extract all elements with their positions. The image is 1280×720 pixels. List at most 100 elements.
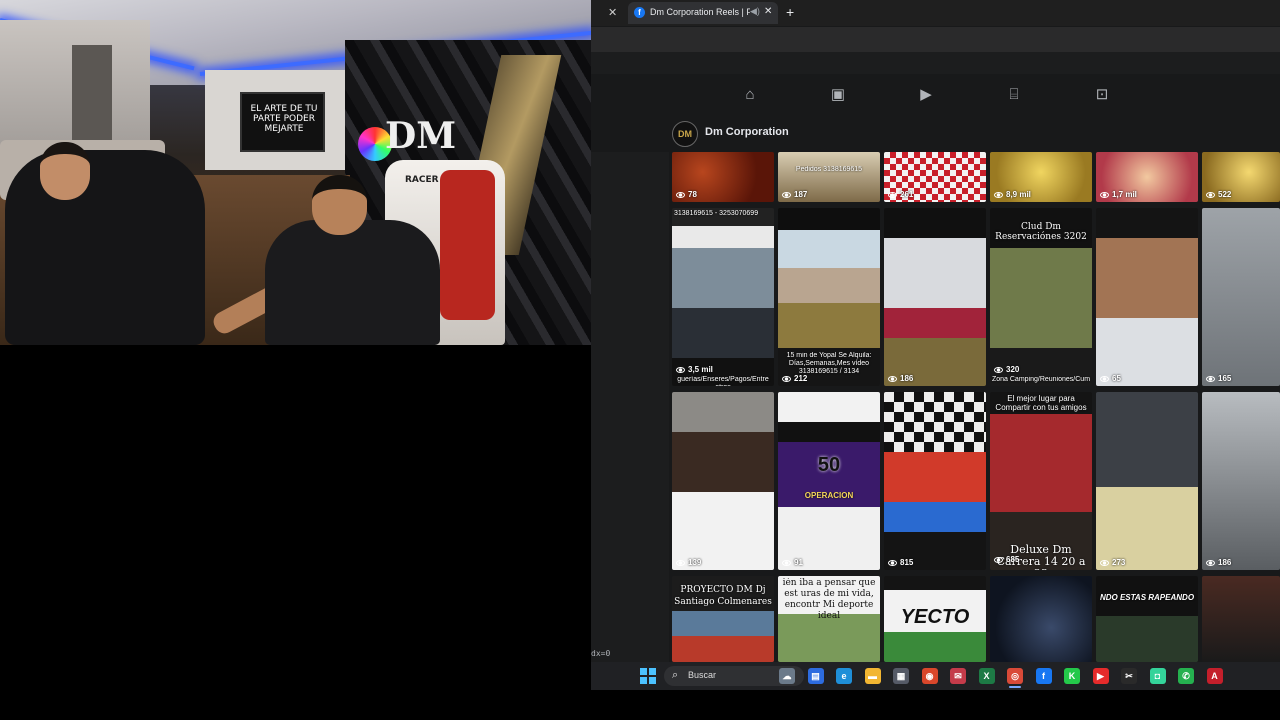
webcam-feed: EL ARTE DE TU PARTE PODER MEJARTE DM RAC… [0,0,591,345]
left-column [591,152,669,662]
view-count: 273 [1100,558,1125,567]
reel-thumbnail[interactable]: 815 [884,392,986,570]
reel-thumbnail[interactable]: 3138169615 - 3253070699 guerías/Enseres/… [672,208,774,386]
reel-thumbnail[interactable]: 273 [1096,392,1198,570]
gaming-chair-red-panel [440,170,495,320]
browser-window: ✕ f Dm Corporation Reels | Fac ◀) ✕ + ⌂ … [591,0,1280,690]
reel-thumbnail[interactable]: 522 [1202,152,1280,202]
eye-icon [1100,375,1109,382]
reel-caption: guerías/Enseres/Pagos/Entre otros [677,376,769,386]
reel-thumbnail[interactable]: 261 [884,152,986,202]
screen: EL ARTE DE TU PARTE PODER MEJARTE DM RAC… [0,0,1280,720]
reel-thumbnail[interactable]: Pedidos 3138169615 187 [778,152,880,202]
reel-thumbnail[interactable]: 1,7 mil [1096,152,1198,202]
tab-dm-corporation-reels[interactable]: f Dm Corporation Reels | Fac ◀) ✕ [628,2,778,24]
page-name[interactable]: Dm Corporation [705,126,789,138]
store-icon[interactable]: ▦ [893,668,909,684]
facebook-favicon-icon: f [634,7,645,18]
reel-thumbnail[interactable]: 165 [1202,208,1280,386]
address-bar[interactable] [591,27,1280,52]
reel-caption: OPERACIÓN [804,492,854,500]
reels-icon[interactable]: ▶ [917,86,935,104]
excel-icon[interactable]: X [978,668,995,684]
view-count: 320 [994,365,1019,374]
reel-thumbnail[interactable]: YECTO [884,576,986,662]
reel-thumbnail[interactable]: El mejor lugar para Compartir con tus am… [990,392,1092,570]
reel-thumbnail[interactable]: 78 [672,152,774,202]
audio-playing-icon[interactable]: ◀) [750,6,760,17]
kick-icon[interactable]: K [1064,668,1080,684]
reel-thumbnail[interactable] [990,576,1092,662]
eye-icon [782,375,791,382]
acrobat-icon[interactable]: A [1206,668,1223,684]
reel-thumbnail[interactable]: 186 [1202,392,1280,570]
person-right-head [312,175,367,235]
eye-icon [1100,191,1109,198]
tab-title: Dm Corporation Reels | Fac [650,7,750,17]
eye-icon [676,191,685,198]
facebook-nav: ⌂ ▣ ▶ ⌸ ⊡ [591,74,1280,114]
view-count: 3,5 mil [676,365,713,374]
view-count: 91 [782,558,803,567]
view-count: 78 [676,190,697,199]
reel-thumbnail[interactable]: 8,9 mil [990,152,1092,202]
home-icon[interactable]: ⌂ [741,86,759,104]
weather-icon[interactable]: ☁ [779,668,795,684]
reel-thumbnail[interactable]: PROYECTO DM Dj Santiago Colmenares [672,576,774,662]
reel-caption-top: 3138169615 - 3253070699 [674,210,759,217]
reel-caption-top: Clud Dm Reservaciónes 3202 [995,222,1087,242]
eye-icon [994,556,1003,563]
reel-thumbnail[interactable]: 15 min de Yopal Se Alquila: Días,Semanas… [778,208,880,386]
view-count: 685 [994,555,1019,564]
reel-caption: ién iba a pensar que est uras de mi vida… [782,578,876,621]
office-icon[interactable]: ◉ [921,668,938,684]
close-tab-icon[interactable]: ✕ [608,6,617,19]
view-count: 186 [888,374,913,383]
view-count: 522 [1206,190,1231,199]
view-count: 815 [888,558,913,567]
person-right [265,220,440,345]
view-count: 187 [782,190,807,199]
new-tab-button[interactable]: + [786,4,794,20]
whatsapp-icon[interactable]: ✆ [1178,668,1194,684]
tab-bar: ✕ f Dm Corporation Reels | Fac ◀) ✕ + [591,0,1280,26]
taskbar: ⌕ Buscar ☁ ▤ e ▬ ▦ ◉ ✉ X ◎ f K ▶ ✂ ◘ ✆ A [591,662,1280,690]
reel-thumbnail[interactable]: 186 [884,208,986,386]
edge-icon[interactable]: e [836,668,852,684]
taskview-icon[interactable]: ▤ [807,668,824,684]
streamlabs-icon[interactable]: ◘ [1149,668,1166,684]
page-header: DM Dm Corporation [671,120,971,148]
reel-caption: YECTO [900,606,970,628]
view-count: 261 [888,190,913,199]
close-tab-icon[interactable]: ✕ [764,6,772,17]
youtube-icon[interactable]: ▶ [1092,668,1109,684]
gaming-icon[interactable]: ⊡ [1093,86,1111,104]
debug-text: dx=0 [591,649,611,658]
reel-thumbnail[interactable] [1202,576,1280,662]
reel-caption: 15 min de Yopal Se Alquila: Días,Semanas… [786,352,872,375]
mail-icon[interactable]: ✉ [950,668,966,684]
reel-thumbnail[interactable]: Clud Dm Reservaciónes 3202 Zona Camping/… [990,208,1092,386]
reel-thumbnail[interactable]: ién iba a pensar que est uras de mi vida… [778,576,880,662]
view-count: 186 [1206,558,1231,567]
eye-icon [676,366,685,373]
view-count: 139 [676,558,701,567]
reel-caption: PROYECTO DM Dj Santiago Colmenares [674,585,772,607]
page-avatar[interactable]: DM [672,121,698,147]
windows-start-icon[interactable] [640,668,656,684]
reel-thumbnail[interactable]: 65 [1096,208,1198,386]
file-explorer-icon[interactable]: ▬ [864,668,881,684]
capcut-icon[interactable]: ✂ [1121,668,1137,684]
chair-brand: RACER [405,175,439,185]
facebook-icon[interactable]: f [1035,668,1052,684]
reel-thumbnail[interactable]: 50 OPERACIÓN 91 [778,392,880,570]
video-icon[interactable]: ▣ [829,86,847,104]
eye-icon [1206,375,1215,382]
active-app-indicator [1009,686,1021,688]
marketplace-icon[interactable]: ⌸ [1005,86,1023,104]
chrome-icon[interactable]: ◎ [1007,668,1023,684]
eye-icon [888,559,897,566]
reel-thumbnail[interactable]: 139 [672,392,774,570]
reel-thumbnail[interactable]: NDO ESTAS RAPEANDO [1096,576,1198,662]
eye-icon [782,559,791,566]
